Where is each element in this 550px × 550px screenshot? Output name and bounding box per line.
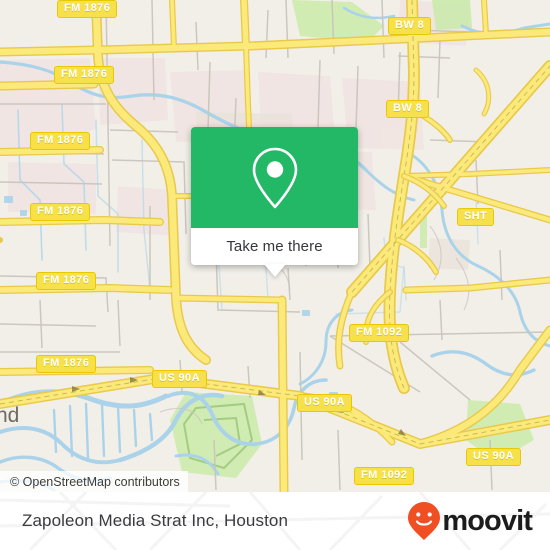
road-shield-fm1092: FM 1092 [349, 324, 410, 342]
map-canvas[interactable]: nd FM 1876 FM 1876 FM 1876 FM 1876 FM 18… [0, 0, 550, 492]
road-shield-fm1876: FM 1876 [30, 132, 91, 150]
road-shield-fm1876: FM 1876 [54, 66, 115, 84]
location-title: Zapoleon Media Strat Inc, Houston [22, 511, 289, 530]
popup-header [191, 127, 358, 228]
road-shield-sht: SHT [457, 208, 495, 226]
footer-bar: Zapoleon Media Strat Inc, Houston moovit [0, 492, 550, 550]
road-shield-fm1876: FM 1876 [30, 203, 91, 221]
road-shield-fm1876: FM 1876 [36, 355, 97, 373]
moovit-wordmark: moovit [442, 504, 533, 537]
take-me-there-button[interactable]: Take me there [191, 228, 358, 265]
location-popup-card[interactable]: Take me there [191, 127, 358, 277]
road-shield-fm1876: FM 1876 [36, 272, 97, 290]
moovit-logo[interactable]: moovit [407, 501, 533, 541]
road-shield-bw8: BW 8 [388, 17, 432, 35]
place-label: nd [0, 404, 20, 427]
popup-pointer [263, 264, 286, 277]
map-pin-icon [252, 147, 297, 208]
road-shield-bw8: BW 8 [386, 100, 430, 118]
moovit-smiley-pin-icon [408, 502, 441, 540]
map-attribution[interactable]: © OpenStreetMap contributors [0, 471, 188, 492]
road-shield-fm1876: FM 1876 [57, 0, 118, 18]
map-screenshot: nd FM 1876 FM 1876 FM 1876 FM 1876 FM 18… [0, 0, 550, 550]
road-shield-us90a: US 90A [297, 394, 352, 412]
road-shield-us90a: US 90A [466, 448, 521, 466]
road-shield-us90a: US 90A [152, 370, 207, 388]
road-shield-fm1092: FM 1092 [354, 467, 415, 485]
